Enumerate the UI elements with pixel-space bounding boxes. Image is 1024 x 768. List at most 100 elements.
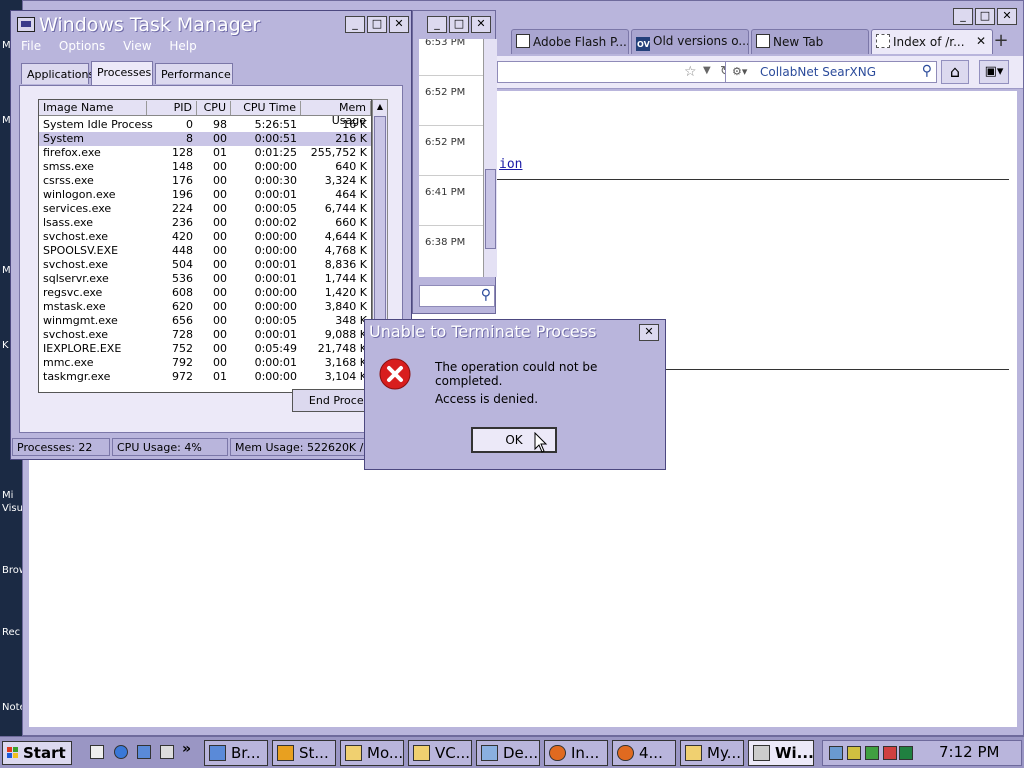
- taskbar-button[interactable]: My...: [680, 740, 744, 766]
- search-bar[interactable]: ⚙▾ CollabNet SearXNG ⚲: [725, 61, 937, 83]
- process-cpu: 00: [213, 202, 227, 215]
- close-button[interactable]: ✕: [639, 324, 659, 341]
- alert-icon[interactable]: [883, 746, 897, 760]
- taskmanager-tray-icon[interactable]: [899, 746, 913, 760]
- column-header-image-name[interactable]: Image Name: [39, 101, 147, 115]
- maximize-button[interactable]: □: [449, 16, 469, 33]
- process-row[interactable]: System 8 00 0:00:51 216 K: [39, 132, 371, 146]
- process-row[interactable]: sqlservr.exe 536 00 0:00:01 1,744 K: [39, 272, 371, 286]
- show-desktop-icon[interactable]: [90, 745, 104, 759]
- minimize-button[interactable]: _: [427, 16, 447, 33]
- page-link[interactable]: ion: [499, 157, 522, 172]
- url-bar[interactable]: ☆ ▼ ↻: [497, 61, 741, 83]
- outlook-icon[interactable]: [137, 745, 151, 759]
- process-row[interactable]: mmc.exe 792 00 0:00:01 3,168 K: [39, 356, 371, 370]
- taskbar-button[interactable]: Wi...: [748, 740, 814, 766]
- taskbar-button[interactable]: St...: [272, 740, 336, 766]
- quicklaunch-more-icon[interactable]: »: [182, 741, 191, 757]
- menu-help[interactable]: Help: [169, 39, 196, 53]
- close-button[interactable]: ✕: [389, 16, 409, 33]
- scrollbar-thumb[interactable]: [374, 116, 386, 342]
- process-row[interactable]: System Idle Process 0 98 5:26:51 16 K: [39, 118, 371, 132]
- taskbar-button-label: In...: [571, 744, 600, 762]
- taskbar-button[interactable]: VC...: [408, 740, 472, 766]
- folder-icon: [413, 745, 430, 761]
- process-pid: 752: [172, 342, 193, 355]
- taskbar-button-label: Wi...: [775, 744, 814, 762]
- process-row[interactable]: lsass.exe 236 00 0:00:02 660 K: [39, 216, 371, 230]
- process-row[interactable]: svchost.exe 728 00 0:00:01 9,088 K: [39, 328, 371, 342]
- tab-processes[interactable]: Processes: [91, 61, 153, 85]
- maximize-button[interactable]: □: [367, 16, 387, 33]
- process-row[interactable]: IEXPLORE.EXE 752 00 0:05:49 21,748 K: [39, 342, 371, 356]
- scroll-up-icon[interactable]: ▲: [374, 101, 386, 113]
- maximize-button[interactable]: □: [975, 8, 995, 25]
- desktop-icon-label[interactable]: Rec: [2, 627, 20, 638]
- process-row[interactable]: taskmgr.exe 972 01 0:00:00 3,104 K: [39, 370, 371, 384]
- process-cpu: 98: [213, 118, 227, 131]
- search-icon[interactable]: ⚲: [481, 287, 491, 303]
- taskbar-button[interactable]: Br...: [204, 740, 268, 766]
- search-engine-icon[interactable]: ⚙▾: [732, 65, 747, 78]
- column-header-mem-usage[interactable]: Mem Usage: [301, 101, 371, 127]
- new-tab-button[interactable]: +: [985, 31, 1017, 53]
- tab-old-versions[interactable]: OV Old versions o...: [631, 29, 749, 54]
- process-cpu: 00: [213, 328, 227, 341]
- scrollbar-thumb[interactable]: [485, 169, 496, 249]
- taskbar-button[interactable]: De...: [476, 740, 540, 766]
- clock[interactable]: 7:12 PM: [939, 743, 999, 761]
- desktop-icon-label[interactable]: Mi: [2, 490, 13, 501]
- network-icon[interactable]: [829, 746, 843, 760]
- process-row[interactable]: mstask.exe 620 00 0:00:00 3,840 K: [39, 300, 371, 314]
- tab-applications[interactable]: Applications: [21, 63, 94, 84]
- addons-button[interactable]: ▣▾: [979, 60, 1009, 84]
- desktop-icon-label[interactable]: Visu: [2, 503, 23, 514]
- process-pid: 176: [172, 174, 193, 187]
- search-icon[interactable]: ⚲: [922, 63, 932, 79]
- menu-options[interactable]: Options: [59, 39, 105, 53]
- column-header-pid[interactable]: PID: [147, 101, 197, 115]
- desktop-icon-label[interactable]: K: [2, 340, 9, 351]
- bookmark-star-icon[interactable]: ☆: [684, 64, 697, 80]
- title-bar[interactable]: Windows Task Manager _ □ ✕: [11, 11, 411, 39]
- search-input[interactable]: ⚲: [419, 285, 495, 307]
- process-row[interactable]: smss.exe 148 00 0:00:00 640 K: [39, 160, 371, 174]
- process-row[interactable]: services.exe 224 00 0:00:05 6,744 K: [39, 202, 371, 216]
- chevron-down-icon[interactable]: ▼: [703, 65, 711, 76]
- process-row[interactable]: SPOOLSV.EXE 448 00 0:00:00 4,768 K: [39, 244, 371, 258]
- menu-file[interactable]: File: [21, 39, 41, 53]
- security-icon[interactable]: [865, 746, 879, 760]
- speaker-icon[interactable]: [847, 746, 861, 760]
- taskbar: Start » Br... St... Mo... VC... De... In…: [0, 736, 1024, 768]
- tab-performance[interactable]: Performance: [155, 63, 233, 84]
- taskbar-button[interactable]: 4...: [612, 740, 676, 766]
- scrollbar[interactable]: [483, 39, 497, 277]
- taskbar-button[interactable]: Mo...: [340, 740, 404, 766]
- close-button[interactable]: ✕: [997, 8, 1017, 25]
- column-header-cpu[interactable]: CPU: [197, 101, 231, 115]
- process-row[interactable]: winlogon.exe 196 00 0:00:01 464 K: [39, 188, 371, 202]
- process-cpu: 00: [213, 230, 227, 243]
- process-row[interactable]: svchost.exe 504 00 0:00:01 8,836 K: [39, 258, 371, 272]
- menu-view[interactable]: View: [123, 39, 151, 53]
- close-button[interactable]: ✕: [471, 16, 491, 33]
- home-button[interactable]: ⌂: [941, 60, 969, 84]
- tab-adobe-flash[interactable]: Adobe Flash P...: [511, 29, 629, 54]
- column-header-cpu-time[interactable]: CPU Time: [231, 101, 301, 115]
- minimize-button[interactable]: _: [953, 8, 973, 25]
- process-name: services.exe: [43, 202, 112, 215]
- process-cpu-time: 0:00:00: [254, 286, 297, 299]
- taskbar-button[interactable]: In...: [544, 740, 608, 766]
- tab-index-of[interactable]: Index of /r... ✕: [871, 29, 993, 54]
- process-row[interactable]: firefox.exe 128 01 0:01:25 255,752 K: [39, 146, 371, 160]
- tab-new-tab[interactable]: New Tab: [751, 29, 869, 54]
- minimize-button[interactable]: _: [345, 16, 365, 33]
- start-button[interactable]: Start: [2, 741, 72, 765]
- internet-explorer-icon[interactable]: [114, 745, 128, 759]
- process-row[interactable]: svchost.exe 420 00 0:00:00 4,644 K: [39, 230, 371, 244]
- process-pid: 792: [172, 356, 193, 369]
- process-row[interactable]: regsvc.exe 608 00 0:00:00 1,420 K: [39, 286, 371, 300]
- process-row[interactable]: winmgmt.exe 656 00 0:00:05 348 K: [39, 314, 371, 328]
- search-icon[interactable]: [160, 745, 174, 759]
- process-row[interactable]: csrss.exe 176 00 0:00:30 3,324 K: [39, 174, 371, 188]
